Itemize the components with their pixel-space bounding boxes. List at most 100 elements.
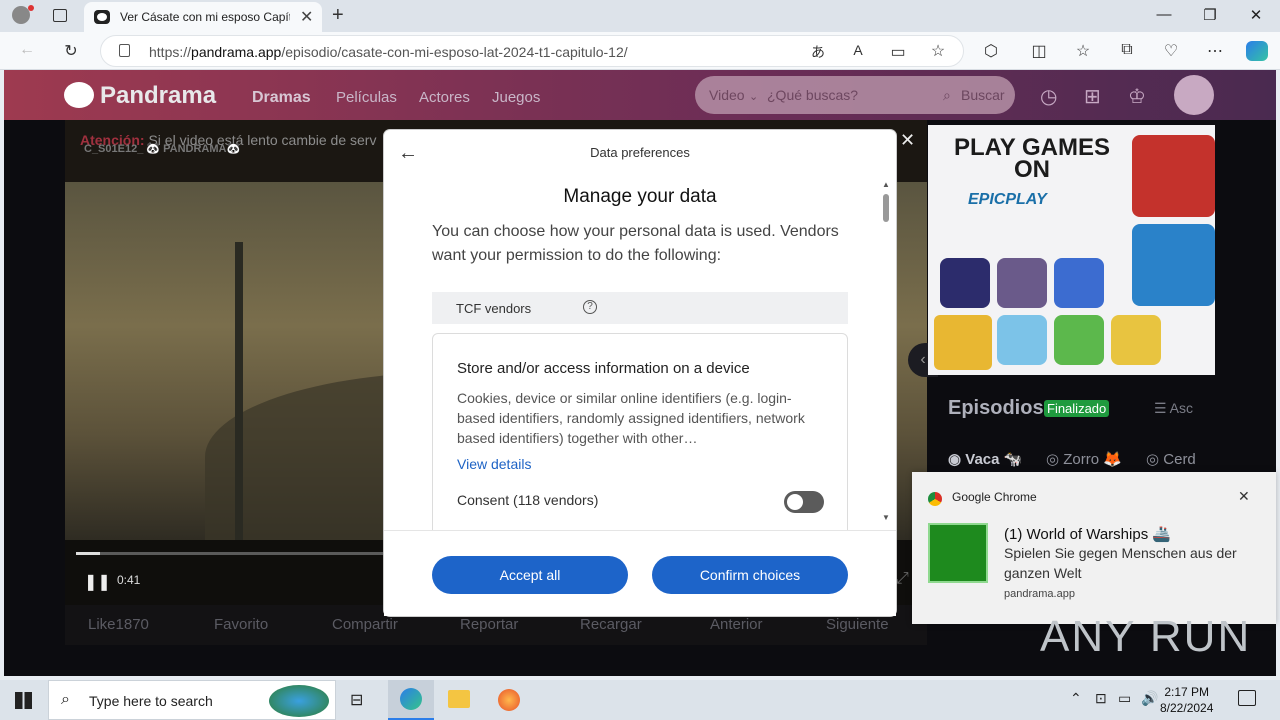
apps-icon[interactable]: ⊞ [1084, 84, 1101, 109]
scroll-down-icon[interactable]: ▼ [882, 513, 890, 522]
reload-button[interactable]: Recargar [580, 616, 642, 633]
anyrun-watermark: ANY RUN [1040, 612, 1252, 661]
dialog-footer: Accept all Confirm choices [384, 530, 896, 616]
windows-start-icon[interactable] [15, 692, 32, 709]
taskbar-clock[interactable]: 2:17 PM 8/22/2024 [1160, 684, 1213, 716]
chevron-down-icon: ⌄ [749, 91, 759, 103]
search-button[interactable]: Buscar [961, 87, 1005, 103]
episodes-title: Episodios [948, 397, 1044, 419]
file-explorer-icon[interactable] [448, 690, 470, 708]
toast-notification[interactable]: Google Chrome ✕ (1) World of Warships 🚢 … [912, 472, 1276, 624]
season-tab-vaca[interactable]: ◉ Vaca 🐄 [948, 450, 1022, 468]
previous-button[interactable]: Anterior [710, 616, 763, 633]
video-watermark: C_S01E12_ 🐼 PANDRAMA🐼 [84, 143, 241, 155]
translate-icon[interactable]: あ [807, 42, 829, 62]
tcf-vendors-label: TCF vendors [456, 301, 532, 316]
nav-dramas[interactable]: Dramas [252, 89, 311, 107]
season-tab-zorro[interactable]: ◎ Zorro 🦊 [1046, 450, 1122, 468]
confirm-choices-button[interactable]: Confirm choices [652, 556, 848, 594]
edge-taskbar-button[interactable] [388, 680, 434, 720]
panda-favicon-icon [94, 10, 110, 24]
crown-icon[interactable]: ♔ [1128, 84, 1146, 109]
nav-juegos[interactable]: Juegos [492, 89, 540, 106]
chevron-up-icon[interactable]: ⌃ [1070, 690, 1082, 707]
purpose-title: Store and/or access information on a dev… [457, 360, 750, 377]
site-search[interactable]: Video ⌄ ¿Qué buscas? ⌕ Buscar [695, 76, 1015, 114]
minimize-icon[interactable]: — [1154, 6, 1174, 23]
notification-dot [28, 5, 34, 11]
task-view-icon[interactable]: ⊟ [350, 690, 363, 710]
game-tile [997, 258, 1047, 308]
accept-all-button[interactable]: Accept all [432, 556, 628, 594]
consent-label: Consent (118 vendors) [457, 492, 599, 508]
sort-label: Asc [1169, 400, 1194, 416]
search-type-select[interactable]: Video [709, 87, 745, 103]
display-icon[interactable]: ▭ [1118, 690, 1131, 707]
game-tile [1054, 258, 1104, 308]
history-icon[interactable]: ◷ [1040, 84, 1057, 109]
panda-logo-icon [64, 82, 94, 108]
extensions-icon[interactable]: ⬡ [980, 41, 1002, 61]
dialog-title: Manage your data [563, 186, 717, 207]
close-tab-icon[interactable]: ✕ [300, 7, 313, 27]
volume-icon[interactable]: 🔊 [1141, 690, 1158, 707]
collections-icon[interactable]: ⧉ [1116, 41, 1138, 59]
user-avatar[interactable] [1174, 75, 1214, 115]
address-bar[interactable]: https://pandrama.app/episodio/casate-con… [100, 35, 964, 67]
game-tile [997, 315, 1047, 365]
search-input[interactable]: ¿Qué buscas? [767, 87, 858, 103]
game-tile [1054, 315, 1104, 365]
browser-tab[interactable]: Ver Cásate con mi esposo Capítul ✕ [84, 2, 322, 32]
consent-toggle[interactable] [784, 491, 824, 513]
season-tab-cerdo[interactable]: ◎ Cerd [1146, 450, 1196, 468]
firefox-icon[interactable] [498, 689, 520, 711]
coin-icon [934, 315, 992, 370]
notification-center-icon[interactable] [1238, 690, 1256, 706]
notification-body: Spielen Sie gegen Menschen aus der ganze… [1004, 545, 1237, 581]
reader-icon[interactable]: ▭ [887, 42, 909, 62]
tcf-vendors-section: TCF vendors ? [432, 292, 848, 324]
favorite-button[interactable]: Favorito [214, 616, 268, 633]
video-scene [235, 242, 243, 542]
refresh-icon[interactable]: ↻ [60, 41, 82, 61]
help-icon[interactable]: ? [583, 300, 597, 314]
tab-actions-icon[interactable] [53, 9, 67, 22]
next-button[interactable]: Siguiente [826, 616, 889, 633]
pause-icon[interactable]: ❚❚ [84, 572, 111, 592]
close-window-icon[interactable]: ✕ [1246, 6, 1266, 24]
like-button[interactable]: Like1870 [88, 616, 149, 633]
clock-time: 2:17 PM [1164, 685, 1210, 699]
sort-button[interactable]: ☰ Asc [1154, 400, 1193, 417]
close-icon[interactable]: ✕ [1238, 488, 1250, 505]
more-menu-icon[interactable]: ⋯ [1204, 41, 1226, 61]
performance-icon[interactable]: ♡ [1160, 41, 1182, 61]
favorite-star-icon[interactable]: ☆ [927, 41, 949, 61]
nav-peliculas[interactable]: Películas [336, 89, 397, 106]
scrollbar-thumb[interactable] [883, 194, 889, 222]
site-logo[interactable]: Pandrama [100, 82, 216, 110]
fullscreen-icon[interactable]: ⤢ [896, 570, 909, 588]
copilot-icon[interactable] [1246, 41, 1268, 61]
player-time: 0:41 [117, 573, 141, 587]
share-button[interactable]: Compartir [332, 616, 398, 633]
taskbar-search-input[interactable]: Type here to search [89, 693, 213, 709]
title-bar: Ver Cásate con mi esposo Capítul ✕ + — ❐… [0, 0, 1280, 32]
read-aloud-icon[interactable]: A [847, 42, 869, 58]
close-icon[interactable]: ✕ [900, 130, 915, 151]
consent-dialog: ← Data preferences Manage your data You … [384, 130, 896, 616]
taskbar-search[interactable]: ⌕ Type here to search [48, 680, 336, 720]
back-icon[interactable]: ← [16, 41, 38, 59]
scroll-up-icon[interactable]: ▲ [882, 180, 890, 189]
nav-actores[interactable]: Actores [419, 89, 470, 106]
report-button[interactable]: Reportar [460, 616, 518, 633]
ad-brand: EPICPLAY [968, 191, 1047, 208]
lock-icon[interactable] [119, 44, 130, 57]
view-details-link[interactable]: View details [457, 456, 531, 472]
restore-icon[interactable]: ❐ [1200, 6, 1220, 24]
new-tab-icon[interactable]: + [332, 4, 344, 27]
favorites-icon[interactable]: ☆ [1072, 41, 1094, 61]
search-button-icon[interactable]: ⌕ [943, 87, 951, 104]
status-badge: Finalizado [1044, 400, 1110, 417]
split-screen-icon[interactable]: ◫ [1028, 41, 1050, 61]
network-icon[interactable]: ⊡ [1095, 690, 1107, 707]
